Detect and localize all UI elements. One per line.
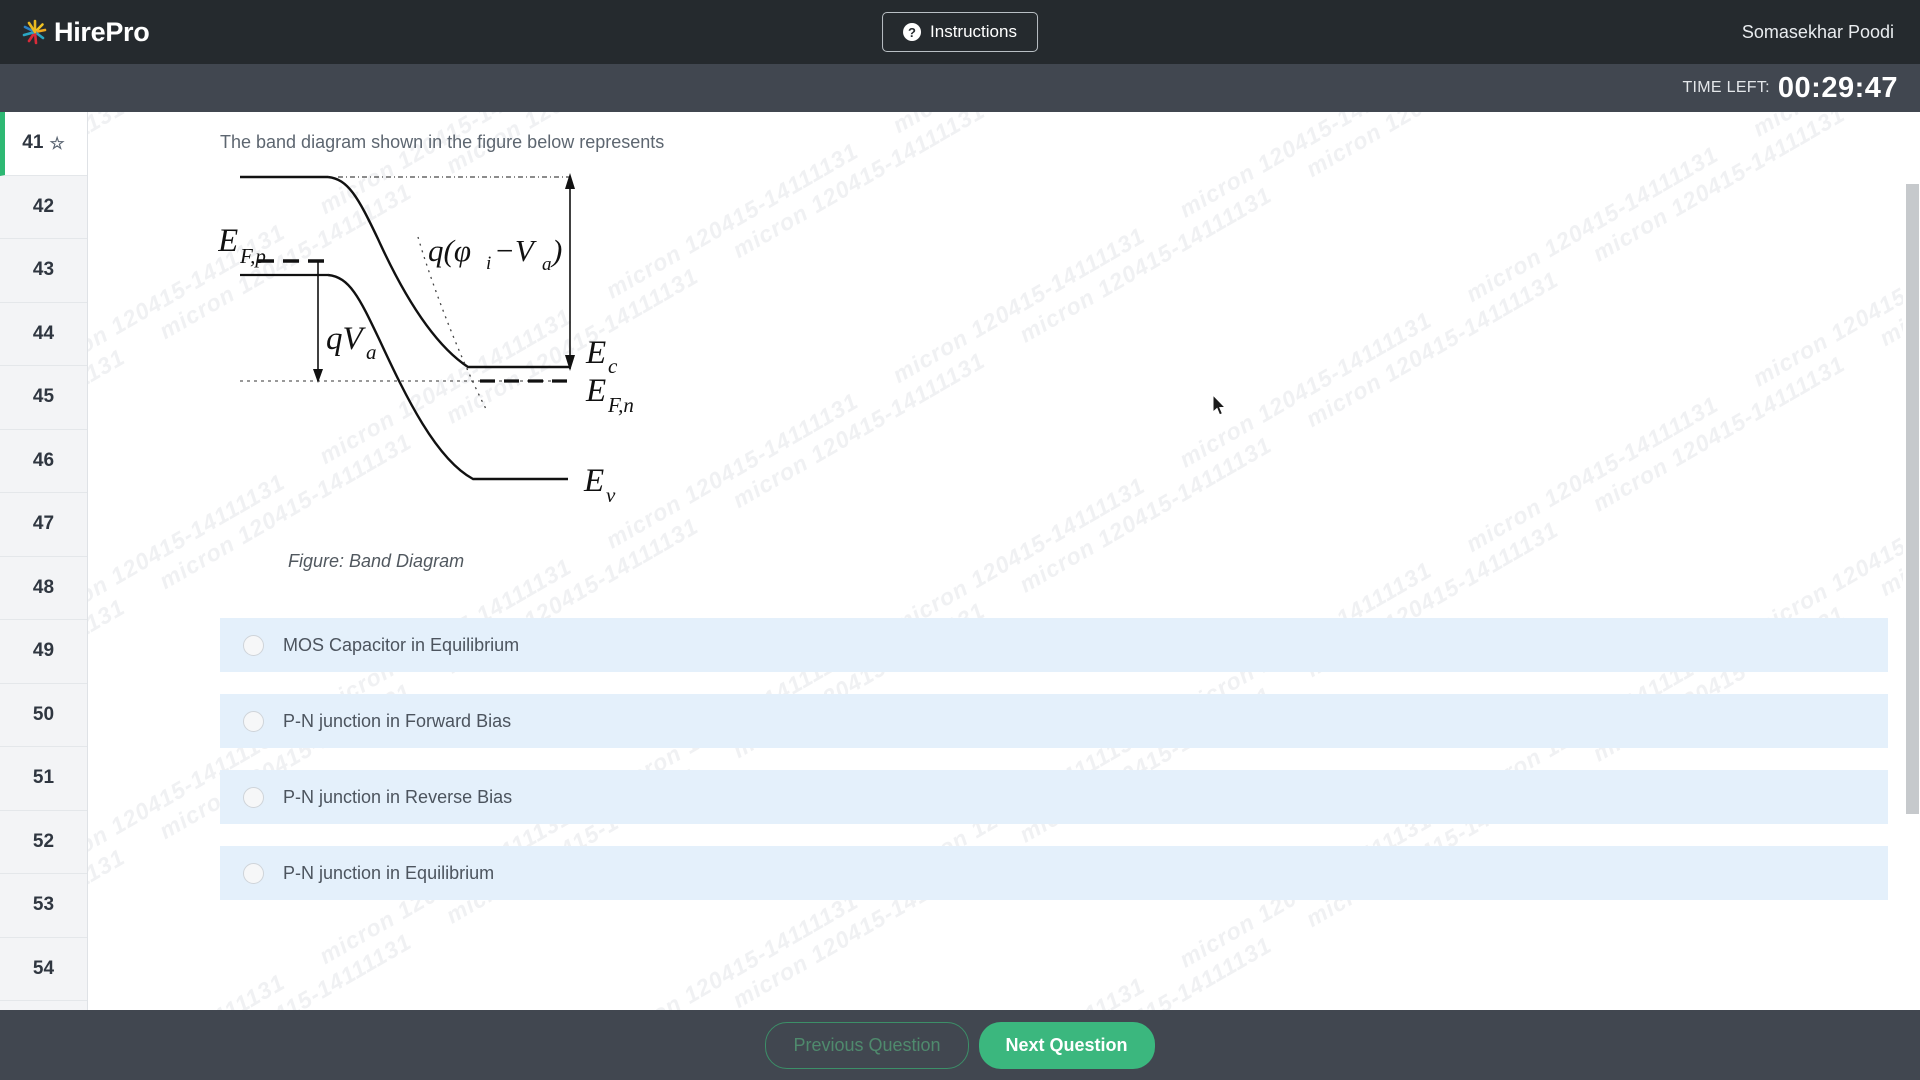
- question-nav-item-51[interactable]: 51: [0, 747, 87, 811]
- label-conduction-sub: c: [608, 354, 618, 378]
- question-circle-icon: ?: [903, 23, 922, 41]
- option-label-a: MOS Capacitor in Equilibrium: [283, 634, 520, 655]
- question-nav-item-47[interactable]: 47: [0, 493, 87, 557]
- option-row-b[interactable]: P-N junction in Forward Bias: [220, 694, 1888, 749]
- question-content: The band diagram shown in the figure bel…: [88, 112, 1920, 1010]
- question-nav-item-52[interactable]: 52: [0, 810, 87, 874]
- brand-name: HirePro: [54, 16, 150, 47]
- scrollbar-track[interactable]: [1903, 112, 1920, 1010]
- question-number: 51: [32, 767, 55, 789]
- previous-question-button[interactable]: Previous Question: [765, 1021, 969, 1069]
- question-nav-item-41[interactable]: 41 ☆: [0, 112, 87, 176]
- question-number: 54: [32, 957, 55, 979]
- question-nav-item-50[interactable]: 50: [0, 683, 87, 747]
- label-barrier-rest: −V: [494, 233, 537, 268]
- option-row-c[interactable]: P-N junction in Reverse Bias: [220, 770, 1888, 825]
- question-number: 48: [32, 576, 55, 598]
- question-nav-item-44[interactable]: 44: [0, 302, 87, 366]
- question-nav-item-54[interactable]: 54: [0, 937, 87, 1001]
- figure-caption: Figure: Band Diagram: [288, 551, 465, 572]
- question-nav-item-43[interactable]: 43: [0, 239, 87, 303]
- option-label-d: P-N junction in Equilibrium: [283, 862, 495, 883]
- radio-button-b[interactable]: [243, 710, 264, 732]
- figure-container: E F,p q(φ i −V a ) qV a E c E F,n E v Fi…: [88, 169, 1920, 572]
- question-number: 52: [32, 830, 55, 852]
- label-fermi-n: E: [585, 373, 606, 409]
- question-nav-item-46[interactable]: 46: [0, 429, 87, 493]
- question-nav-item-48[interactable]: 48: [0, 556, 87, 620]
- radio-button-d[interactable]: [243, 862, 264, 884]
- question-number: 47: [32, 513, 55, 535]
- scrollbar-thumb[interactable]: [1906, 184, 1919, 814]
- question-text: The band diagram shown in the figure bel…: [220, 132, 665, 152]
- top-bar: HirePro ? Instructions Somasekhar Poodi: [0, 0, 1920, 64]
- question-number: 45: [32, 386, 55, 408]
- label-barrier-sub-i: i: [486, 253, 491, 274]
- label-valence: E: [583, 463, 604, 499]
- body-area: 41 ☆ 42 43 44 45 46 47 48 49 50 51 52 53 54 micron 120…: [0, 112, 1920, 1010]
- option-row-a[interactable]: MOS Capacitor in Equilibrium: [220, 618, 1888, 673]
- star-icon[interactable]: ☆: [49, 135, 64, 152]
- question-number: 53: [32, 894, 55, 916]
- question-navigator[interactable]: 41 ☆ 42 43 44 45 46 47 48 49 50 51 52 53 54: [0, 112, 88, 1010]
- qva-arrow-head: [313, 369, 323, 384]
- question-number: 50: [32, 703, 55, 725]
- user-name: Somasekhar Poodi: [1741, 21, 1894, 42]
- barrier-arrow-head-top: [565, 173, 575, 190]
- option-label-c: P-N junction in Reverse Bias: [283, 786, 513, 807]
- brand-logo[interactable]: HirePro: [20, 16, 150, 48]
- label-qva-sub: a: [366, 340, 377, 364]
- question-number: 41: [22, 132, 44, 154]
- label-valence-sub: v: [606, 483, 616, 507]
- time-left-label: TIME LEFT:: [1682, 79, 1770, 96]
- conduction-band-curve: [327, 175, 570, 369]
- question-nav-item-45[interactable]: 45: [0, 366, 87, 430]
- next-question-button[interactable]: Next Question: [978, 1021, 1155, 1069]
- label-barrier-sub-a: a: [542, 254, 552, 275]
- answer-options: MOS Capacitor in Equilibrium P-N junction…: [88, 618, 1920, 901]
- bottom-bar: Previous Question Next Question: [0, 1010, 1920, 1080]
- question-number: 43: [32, 259, 55, 281]
- question-nav-item-49[interactable]: 49: [0, 620, 87, 684]
- timer-bar: TIME LEFT: 00:29:47: [0, 64, 1920, 112]
- instructions-label: Instructions: [930, 22, 1017, 41]
- starburst-icon: [20, 17, 50, 47]
- label-fermi-p-sub: F,p: [239, 244, 266, 268]
- question-panel: micron 120415-14111131 micron 120415-141…: [88, 112, 1920, 1010]
- instructions-button[interactable]: ? Instructions: [882, 12, 1038, 52]
- valence-band-curve: [327, 273, 568, 481]
- time-left-value: 00:29:47: [1777, 71, 1898, 104]
- label-barrier-close: ): [550, 233, 562, 268]
- radio-button-c[interactable]: [243, 786, 264, 808]
- question-nav-item-42[interactable]: 42: [0, 175, 87, 239]
- question-number: 44: [32, 322, 55, 344]
- radio-button-a[interactable]: [243, 634, 264, 656]
- label-qva: qV: [326, 321, 367, 357]
- barrier-arrow-head-bottom: [565, 355, 575, 372]
- question-nav-item-53[interactable]: 53: [0, 874, 87, 938]
- question-number: 46: [32, 449, 55, 471]
- label-fermi-n-sub: F,n: [607, 393, 634, 417]
- question-number: 42: [32, 195, 55, 217]
- option-label-b: P-N junction in Forward Bias: [283, 710, 512, 731]
- option-row-d[interactable]: P-N junction in Equilibrium: [220, 846, 1888, 901]
- label-conduction: E: [585, 335, 606, 371]
- label-barrier: q(φ: [428, 233, 471, 268]
- band-diagram-figure: E F,p q(φ i −V a ) qV a E c E F,n E v: [218, 173, 634, 507]
- question-number: 49: [32, 640, 55, 662]
- label-fermi-p: E: [218, 223, 238, 259]
- exam-page: HirePro ? Instructions Somasekhar Poodi …: [0, 0, 1920, 1080]
